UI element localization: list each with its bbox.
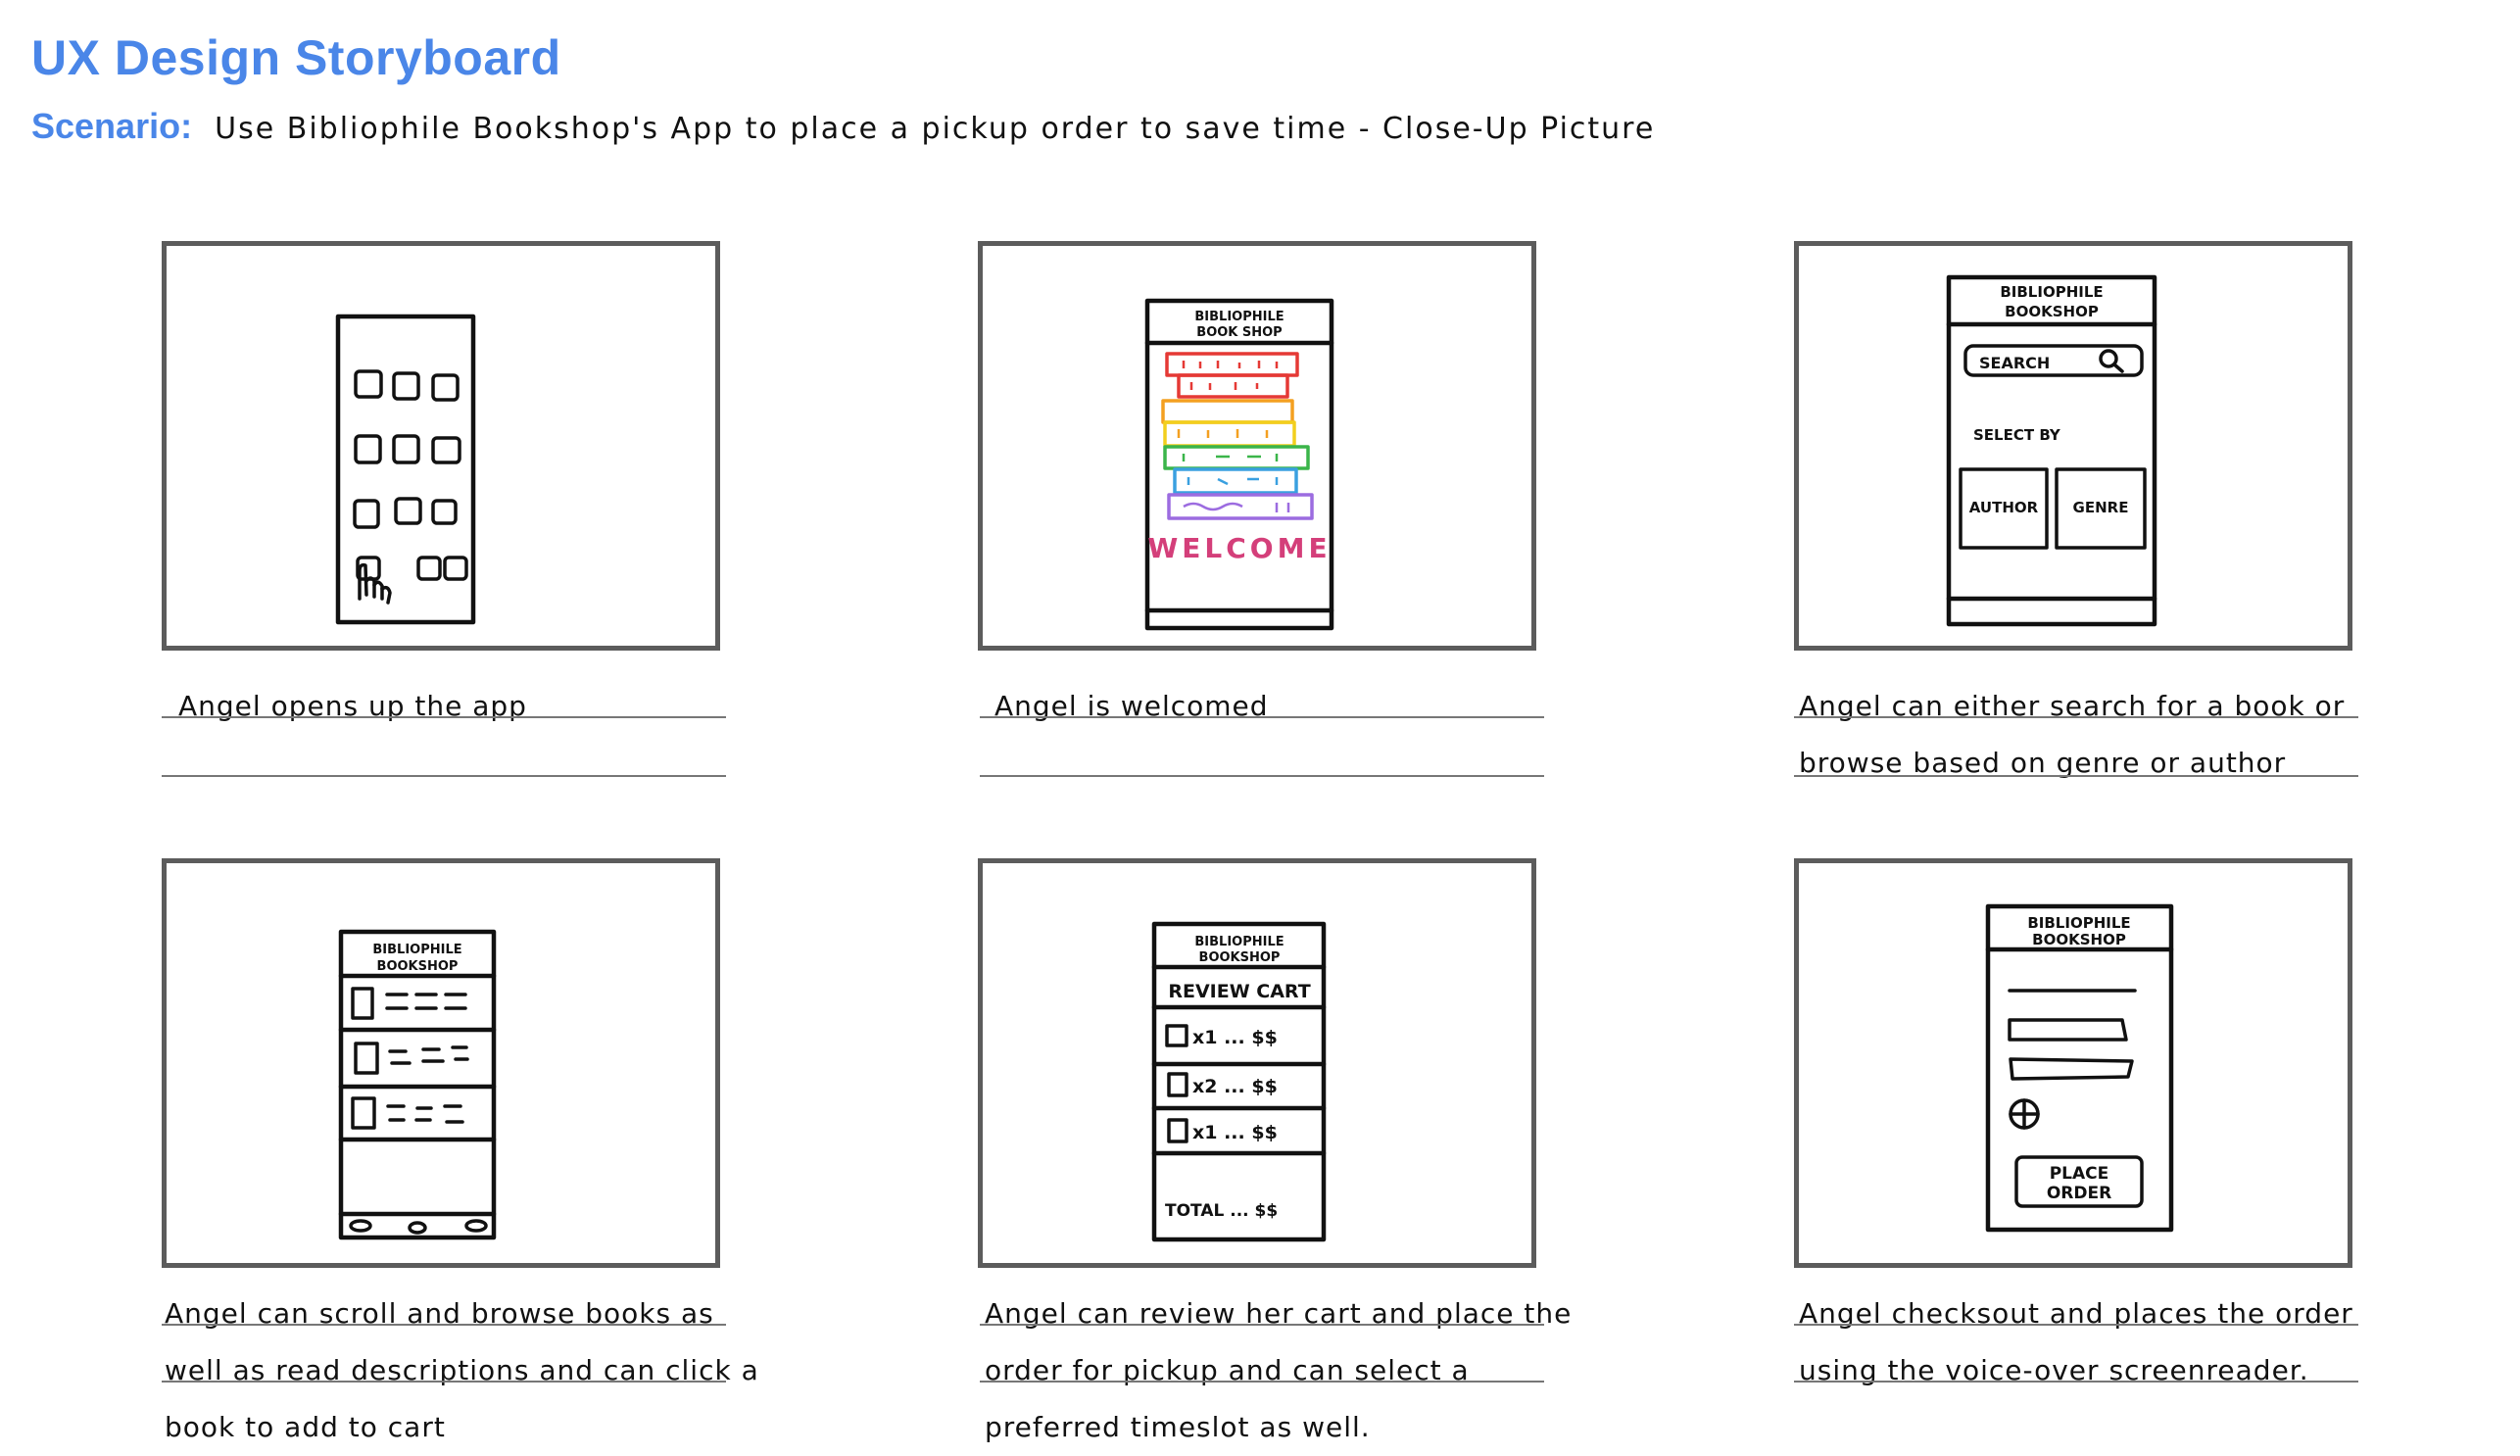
book-thumbnail-icon[interactable] — [351, 1096, 376, 1130]
header-line-1: BIBLIOPHILE — [2000, 283, 2103, 301]
phone-sketch-home — [335, 314, 476, 625]
welcome-text: WELCOME — [1147, 532, 1331, 564]
storyboard-frame-4: BIBLIOPHILE BOOKSHOP — [162, 858, 720, 1268]
plus-circle-icon[interactable] — [2009, 1098, 2040, 1130]
header-line-2: BOOKSHOP — [2032, 931, 2126, 948]
book-stack-icon — [1161, 352, 1314, 520]
place-order-label-2: ORDER — [2047, 1184, 2111, 1203]
storyboard-frame-1 — [162, 241, 720, 651]
caption-1: Angel opens up the app — [178, 690, 527, 722]
storyboard-frame-6: BIBLIOPHILE BOOKSHOP PLACE ORDER — [1794, 858, 2352, 1268]
scenario: Scenario: Use Bibliophile Bookshop's App… — [31, 106, 1655, 147]
cart-item[interactable]: x2 ... $$ — [1167, 1072, 1278, 1097]
book-list — [351, 987, 469, 1130]
caption-rule — [980, 1324, 1544, 1326]
caption-rule — [1794, 1324, 2358, 1326]
phone-sketch-search: BIBLIOPHILE BOOKSHOP SEARCH SELECT BY AU… — [1946, 274, 2157, 627]
author-button-label: AUTHOR — [1969, 499, 2039, 516]
cart-total: TOTAL ... $$ — [1165, 1201, 1278, 1221]
caption-rule — [162, 775, 726, 777]
caption-rule — [162, 716, 726, 718]
book-thumbnail-icon[interactable] — [351, 987, 374, 1020]
checkout-field[interactable] — [2009, 1057, 2134, 1081]
header-line-2: BOOKSHOP — [377, 959, 459, 974]
phone-sketch-browse: BIBLIOPHILE BOOKSHOP — [338, 929, 497, 1240]
checkout-field[interactable] — [2008, 1018, 2128, 1042]
header-line-1: BIBLIOPHILE — [1194, 935, 1284, 949]
caption-rule — [1794, 1381, 2358, 1383]
nav-dots-icon — [349, 1219, 488, 1235]
select-by-label: SELECT BY — [1973, 426, 2061, 444]
review-cart-title: REVIEW CART — [1168, 981, 1310, 1002]
header-line-2: BOOK SHOP — [1196, 325, 1282, 340]
phone-sketch-checkout: BIBLIOPHILE BOOKSHOP PLACE ORDER — [1985, 903, 2174, 1233]
caption-rule — [162, 1324, 726, 1326]
storyboard-frame-5: BIBLIOPHILE BOOKSHOP REVIEW CART x1 ... … — [978, 858, 1536, 1268]
place-order-label-1: PLACE — [2050, 1164, 2109, 1184]
book-thumbnail-icon[interactable] — [354, 1042, 379, 1075]
cart-item-line: x1 ... $$ — [1192, 1027, 1278, 1048]
phone-sketch-cart: BIBLIOPHILE BOOKSHOP REVIEW CART x1 ... … — [1151, 921, 1327, 1242]
phone-sketch-welcome: BIBLIOPHILE BOOK SHOP WELCOME — [1144, 298, 1334, 631]
caption-rule — [1794, 716, 2358, 718]
caption-5: Angel can review her cart and place the … — [985, 1297, 1573, 1443]
cart-item-line: x1 ... $$ — [1192, 1122, 1278, 1143]
storyboard-frame-3: BIBLIOPHILE BOOKSHOP SEARCH SELECT BY AU… — [1794, 241, 2352, 651]
header-line-1: BIBLIOPHILE — [372, 943, 461, 957]
scenario-text: Use Bibliophile Bookshop's App to place … — [215, 112, 1656, 146]
caption-rule — [980, 1381, 1544, 1383]
caption-rule — [1794, 775, 2358, 777]
cart-item[interactable]: x1 ... $$ — [1165, 1024, 1278, 1048]
app-grid-icon — [353, 369, 461, 581]
search-label: SEARCH — [1979, 354, 2050, 372]
cart-item-line: x2 ... $$ — [1192, 1076, 1278, 1097]
genre-button-label: GENRE — [2073, 499, 2129, 516]
caption-2: Angel is welcomed — [994, 690, 1269, 722]
caption-rule — [162, 1381, 726, 1383]
cart-item[interactable]: x1 ... $$ — [1167, 1118, 1278, 1143]
caption-4: Angel can scroll and browse books as wel… — [165, 1297, 759, 1443]
caption-rule — [980, 775, 1544, 777]
page-title: UX Design Storyboard — [31, 30, 561, 85]
storyboard-frame-2: BIBLIOPHILE BOOK SHOP WELCOME — [978, 241, 1536, 651]
header-line-1: BIBLIOPHILE — [1194, 310, 1284, 324]
caption-rule — [980, 716, 1544, 718]
header-line-1: BIBLIOPHILE — [2027, 914, 2130, 932]
header-line-2: BOOKSHOP — [1199, 950, 1281, 965]
header-line-2: BOOKSHOP — [2005, 303, 2099, 320]
scenario-label: Scenario: — [31, 106, 193, 146]
magnifier-icon — [2099, 349, 2124, 373]
tap-hand-icon — [358, 562, 392, 605]
